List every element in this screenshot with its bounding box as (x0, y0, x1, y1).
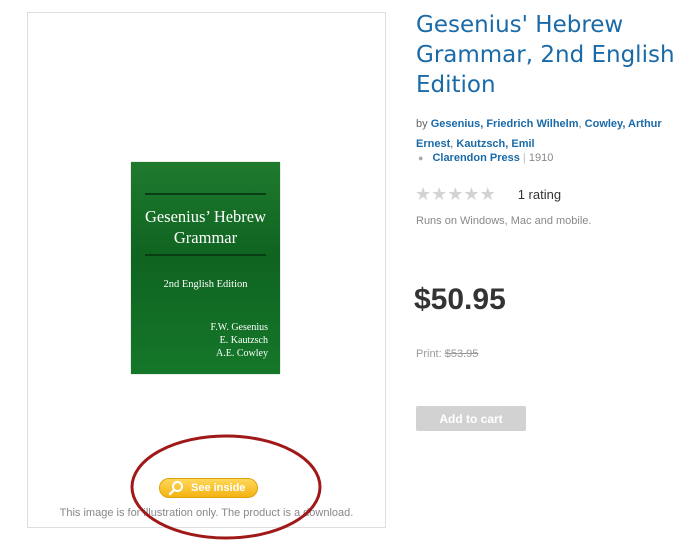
cover-author: A.E. Cowley (216, 348, 268, 359)
cover-author: F.W. Gesenius (210, 322, 268, 333)
see-inside-label: See inside (191, 482, 246, 494)
product-image-panel: Gesenius’ Hebrew Grammar 2nd English Edi… (27, 12, 386, 540)
see-inside-button[interactable]: See inside (159, 478, 258, 498)
star-icon[interactable]: ★ (480, 185, 496, 203)
cover-rule-bottom (145, 254, 266, 256)
author-link[interactable]: Gesenius, Friedrich Wilhelm (431, 118, 579, 130)
cover-title-line1: Gesenius’ Hebrew (144, 207, 267, 226)
cover-author: E. Kautzsch (219, 335, 268, 346)
cover-title: Gesenius’ Hebrew Grammar (131, 206, 280, 248)
product-title: Gesenius' Hebrew Grammar, 2nd English Ed… (416, 12, 675, 98)
image-disclaimer: This image is for illustration only. The… (59, 507, 354, 519)
author-link[interactable]: Kautzsch, Emil (456, 138, 534, 150)
book-cover-image: Gesenius’ Hebrew Grammar 2nd English Edi… (131, 162, 280, 374)
publisher-link[interactable]: Clarendon Press (432, 152, 519, 164)
star-icon[interactable]: ★ (447, 185, 463, 203)
print-price-line: Print: $53.95 (416, 348, 478, 360)
star-icon[interactable]: ★ (463, 185, 479, 203)
platform-note: Runs on Windows, Mac and mobile. (416, 215, 592, 227)
publisher-line: ● Clarendon Press | 1910 (418, 152, 553, 164)
cover-rule-top (145, 193, 266, 195)
cover-authors: F.W. Gesenius E. Kautzsch A.E. Cowley (211, 321, 268, 360)
print-label: Print: (416, 348, 442, 360)
separator: | (522, 152, 526, 164)
rating-widget[interactable]: ★ ★ ★ ★ ★ 1 rating (415, 185, 561, 203)
publication-year: 1910 (528, 152, 554, 164)
author-byline: by Gesenius, Friedrich Wilhelm, Cowley, … (416, 118, 662, 150)
star-icon[interactable]: ★ (415, 185, 431, 203)
product-price: $50.95 (414, 283, 506, 316)
magnifier-icon (168, 481, 183, 496)
rating-count: 1 rating (517, 186, 562, 202)
add-to-cart-button[interactable]: Add to cart (416, 406, 526, 431)
star-icon[interactable]: ★ (431, 185, 447, 203)
print-price: $53.95 (444, 348, 479, 360)
by-prefix: by (416, 118, 428, 130)
cover-title-line2: Grammar (173, 228, 238, 247)
cover-edition: 2nd English Edition (163, 279, 248, 290)
bullet-icon: ● (418, 153, 424, 163)
